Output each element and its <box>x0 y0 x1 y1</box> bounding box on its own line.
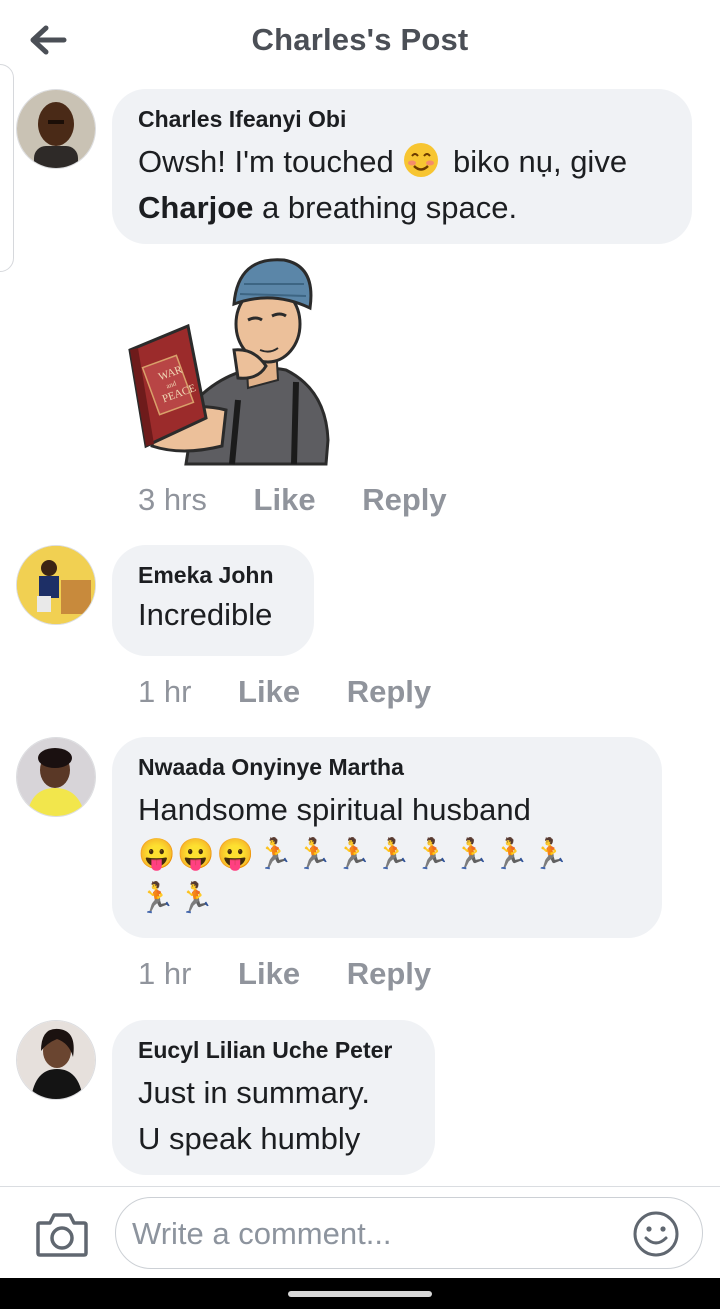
comment-emoji-line: 😛😛😛🏃🏃🏃🏃🏃🏃🏃🏃 <box>138 838 571 871</box>
comment-author[interactable]: Emeka John <box>138 561 288 589</box>
comment-text: Handsome spiritual husband <box>138 792 531 827</box>
like-button[interactable]: Like <box>238 674 300 710</box>
comment-time[interactable]: 3 hrs <box>138 482 207 518</box>
comment-text: Just in summary. U speak humbly <box>138 1075 370 1156</box>
comment-emoji-line: 🏃🏃 <box>138 882 217 915</box>
comment-time[interactable]: 1 hr <box>138 956 191 992</box>
reply-button[interactable]: Reply <box>347 956 431 992</box>
comment-bubble[interactable]: Eucyl Lilian Uche Peter Just in summary.… <box>112 1020 435 1175</box>
page-title: Charles's Post <box>251 22 469 57</box>
comment-author[interactable]: Nwaada Onyinye Martha <box>138 753 636 781</box>
avatar[interactable] <box>16 89 96 169</box>
avatar[interactable] <box>16 737 96 817</box>
side-panel-edge <box>0 64 14 272</box>
comment-bubble[interactable]: Nwaada Onyinye Martha Handsome spiritual… <box>112 737 662 938</box>
comment-bubble[interactable]: Emeka John Incredible <box>112 545 314 656</box>
comment-actions: 3 hrs Like Reply <box>138 482 485 518</box>
comment-composer <box>0 1186 720 1279</box>
system-navigation-bar <box>0 1278 720 1309</box>
comment-bubble[interactable]: Charles Ifeanyi Obi Owsh! I'm touched bi… <box>112 89 692 244</box>
header: Charles's Post <box>0 0 720 88</box>
comment-actions: 1 hr Like Reply <box>138 956 469 992</box>
comment-text: Incredible <box>138 597 273 632</box>
home-gesture-handle[interactable] <box>288 1291 432 1297</box>
comment-time[interactable]: 1 hr <box>138 674 191 710</box>
sticker-man-reading-book[interactable]: WAR and PEACE <box>126 250 334 468</box>
comment-input-container <box>115 1197 703 1269</box>
like-button[interactable]: Like <box>254 482 316 518</box>
smiley-icon[interactable] <box>632 1210 680 1258</box>
comment-text: Owsh! I'm touched biko nụ, give Charjoe … <box>138 139 666 231</box>
comment-author[interactable]: Eucyl Lilian Uche Peter <box>138 1036 409 1064</box>
smiling-face-emoji-icon <box>404 143 439 177</box>
avatar[interactable] <box>16 545 96 625</box>
comment-actions: 1 hr Like Reply <box>138 674 469 710</box>
reply-button[interactable]: Reply <box>362 482 446 518</box>
reply-button[interactable]: Reply <box>347 674 431 710</box>
comment-author[interactable]: Charles Ifeanyi Obi <box>138 105 666 133</box>
like-button[interactable]: Like <box>238 956 300 992</box>
camera-icon[interactable] <box>34 1209 90 1259</box>
avatar[interactable] <box>16 1020 96 1100</box>
comment-input[interactable] <box>130 1208 614 1260</box>
